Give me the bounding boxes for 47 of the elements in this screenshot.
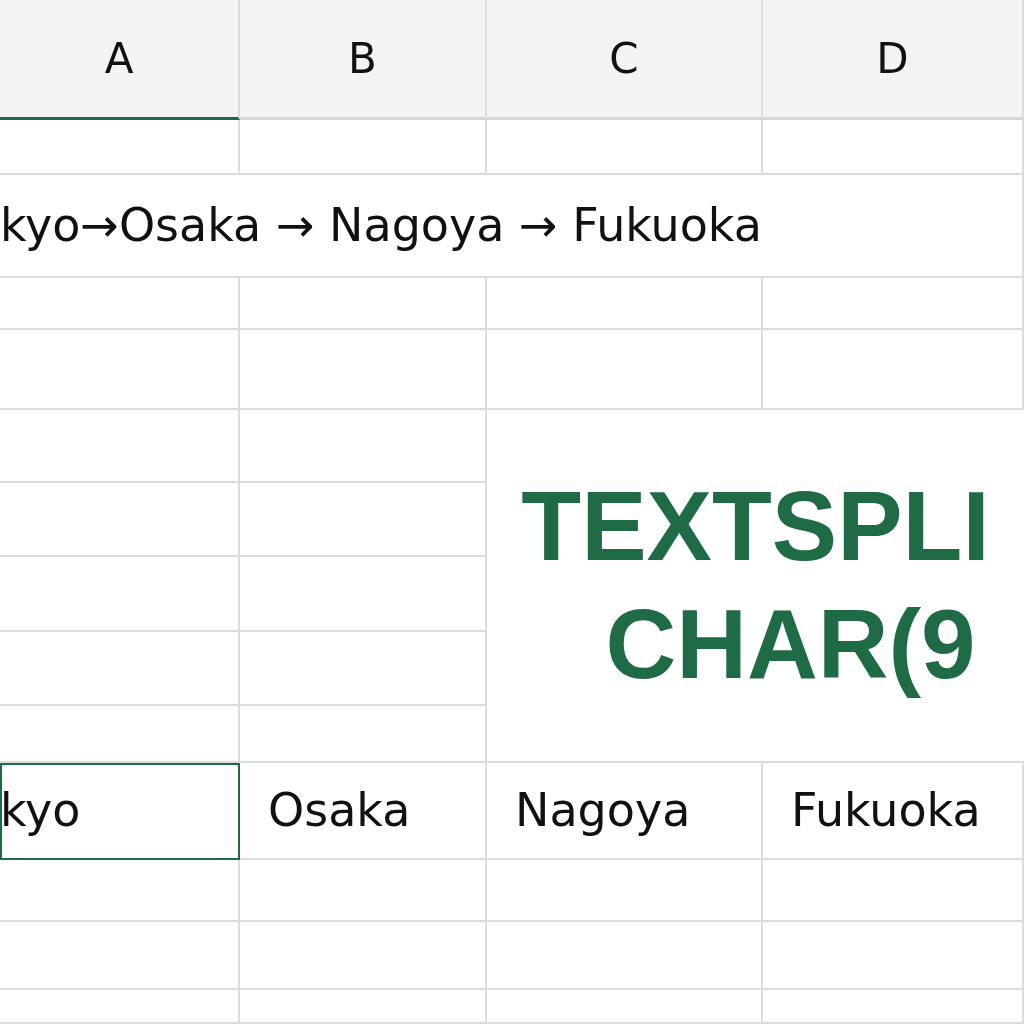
table-cell[interactable]: Fukuoka <box>763 763 1024 860</box>
empty-cell[interactable] <box>240 278 487 330</box>
cell-text: kyo→Osaka → Nagoya → Fukuoka <box>0 197 762 254</box>
empty-cell[interactable] <box>763 922 1024 990</box>
column-header[interactable]: C <box>487 0 763 120</box>
empty-cell[interactable] <box>0 410 240 483</box>
empty-cell[interactable] <box>763 990 1024 1024</box>
empty-cell[interactable] <box>487 120 763 175</box>
empty-cell[interactable] <box>0 483 240 557</box>
empty-cell[interactable] <box>487 330 763 410</box>
empty-cell[interactable] <box>0 706 240 763</box>
column-header[interactable]: B <box>240 0 487 120</box>
empty-cell[interactable] <box>0 330 240 410</box>
empty-cell[interactable] <box>487 922 763 990</box>
overlay-title: TEXTSPLI <box>521 469 990 583</box>
empty-cell[interactable] <box>763 330 1024 410</box>
column-header[interactable]: D <box>763 0 1024 120</box>
empty-cell[interactable] <box>240 632 487 706</box>
empty-cell[interactable] <box>0 120 240 175</box>
empty-cell[interactable] <box>487 278 763 330</box>
empty-cell[interactable] <box>240 922 487 990</box>
empty-cell[interactable] <box>0 860 240 922</box>
empty-cell[interactable] <box>240 120 487 175</box>
empty-cell[interactable] <box>240 706 487 763</box>
empty-cell[interactable] <box>0 557 240 632</box>
column-header[interactable]: A <box>0 0 240 120</box>
empty-cell[interactable] <box>240 990 487 1024</box>
table-cell[interactable]: Osaka <box>240 763 487 860</box>
empty-cell[interactable] <box>0 990 240 1024</box>
empty-cell[interactable] <box>487 860 763 922</box>
table-cell[interactable]: kyo <box>0 763 240 860</box>
empty-cell[interactable] <box>240 483 487 557</box>
empty-cell[interactable] <box>240 410 487 483</box>
merged-cell[interactable]: kyo→Osaka → Nagoya → Fukuoka <box>0 175 1024 278</box>
table-cell[interactable]: Nagoya <box>487 763 763 860</box>
empty-cell[interactable] <box>487 990 763 1024</box>
empty-cell[interactable] <box>240 330 487 410</box>
empty-cell[interactable] <box>0 278 240 330</box>
merged-cell[interactable]: TEXTSPLI CHAR(9 <box>487 410 1024 763</box>
empty-cell[interactable] <box>763 278 1024 330</box>
empty-cell[interactable] <box>763 120 1024 175</box>
empty-cell[interactable] <box>763 860 1024 922</box>
empty-cell[interactable] <box>240 557 487 632</box>
empty-cell[interactable] <box>0 632 240 706</box>
empty-cell[interactable] <box>240 860 487 922</box>
empty-cell[interactable] <box>0 922 240 990</box>
overlay-title: CHAR(9 <box>604 587 976 701</box>
